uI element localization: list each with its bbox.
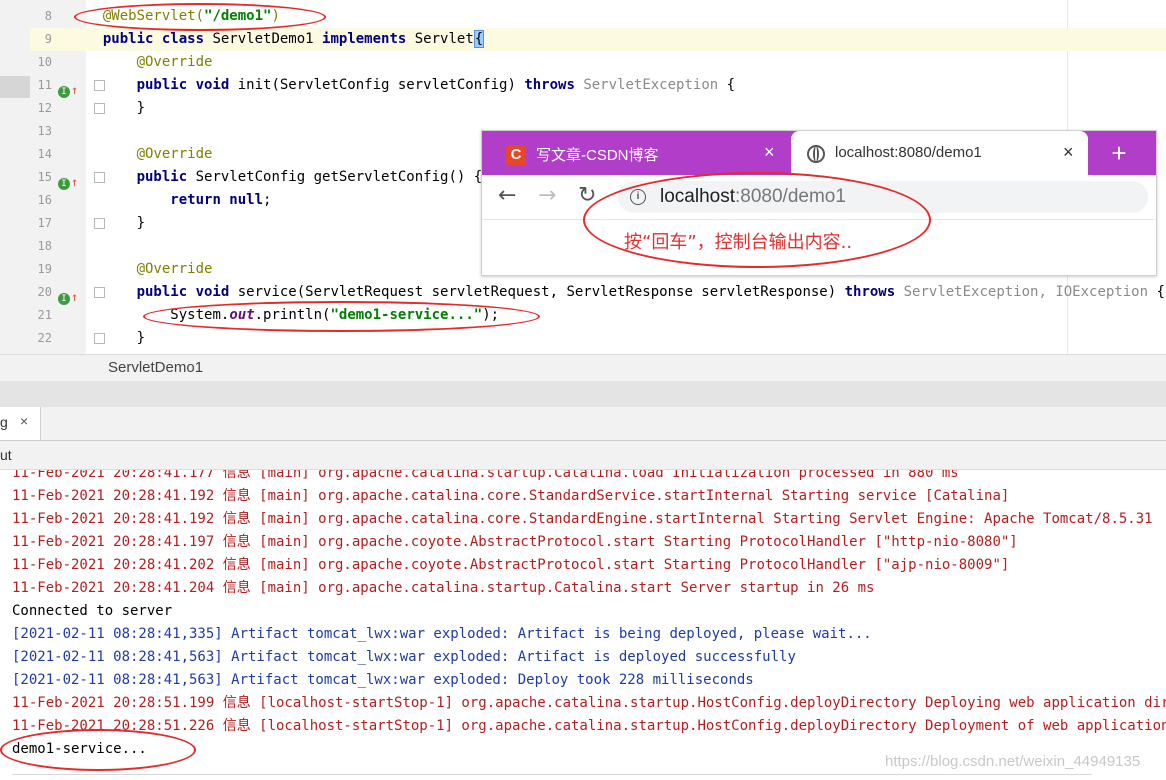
run-tool-window-header: g × [0, 407, 1166, 441]
tab-output[interactable]: ut [0, 447, 12, 463]
implements-gutter-icon[interactable]: I ↑ [58, 171, 78, 190]
reload-icon[interactable]: ↻ [578, 183, 596, 209]
code-line-10[interactable]: @Override [86, 51, 1166, 74]
line-number: 12 [37, 101, 52, 115]
console-divider [12, 774, 1092, 775]
console-line: [2021-02-11 08:28:41,563] Artifact tomca… [12, 672, 754, 688]
close-icon[interactable]: × [1063, 142, 1074, 163]
line-number: 11 [37, 78, 52, 92]
output-tab-bar: ut [0, 441, 1166, 470]
console-line: demo1-service... [12, 741, 147, 757]
line-number: 9 [44, 32, 52, 46]
console-line: 11-Feb-2021 20:28:41.197 信息 [main] org.a… [12, 534, 1018, 550]
run-config-tab[interactable]: g × [0, 407, 41, 440]
code-line-20[interactable]: public void service(ServletRequest servl… [86, 281, 1166, 304]
browser-tab-title: localhost:8080/demo1 [835, 144, 982, 161]
console-line: [2021-02-11 08:28:41,563] Artifact tomca… [12, 649, 796, 665]
line-number: 8 [44, 9, 52, 23]
console-line: 11-Feb-2021 20:28:51.199 信息 [localhost-s… [12, 695, 1166, 711]
code-line-8[interactable]: @WebServlet("/demo1") [86, 5, 1166, 28]
arrow-up-icon: ↑ [71, 83, 79, 97]
annotation-text: 按“回车”，控制台输出内容.. [624, 232, 853, 253]
console-line: 11-Feb-2021 20:28:41.202 信息 [main] org.a… [12, 557, 1010, 573]
console-line: 11-Feb-2021 20:28:41.177 信息 [main] org.a… [12, 470, 959, 481]
arrow-up-icon: ↑ [71, 290, 79, 304]
line-number: 18 [37, 239, 52, 253]
console-line: 11-Feb-2021 20:28:51.226 信息 [localhost-s… [12, 718, 1166, 734]
browser-window: C 写文章-CSDN博客 × localhost:8080/demo1 × + … [481, 130, 1157, 276]
console-line: Connected to server [12, 603, 173, 619]
breadcrumb[interactable]: ServletDemo1 [0, 354, 1166, 382]
line-number: 13 [37, 124, 52, 138]
browser-toolbar: ← → ↻ i localhost:8080/demo1 [482, 175, 1156, 220]
watermark: https://blog.csdn.net/weixin_44949135 [885, 753, 1141, 770]
code-line-12[interactable]: } [86, 97, 1166, 120]
new-tab-button[interactable]: + [1099, 137, 1139, 169]
strip-marker [0, 76, 30, 98]
browser-tab-title: 写文章-CSDN博客 [536, 147, 659, 164]
console-line: 11-Feb-2021 20:28:41.204 信息 [main] org.a… [12, 580, 875, 596]
code-line-22[interactable]: } [86, 327, 1166, 350]
back-arrow-icon[interactable]: ← [498, 183, 516, 209]
code-line-21[interactable]: System.out.println("demo1-service..."); [86, 304, 1166, 327]
line-number: 10 [37, 55, 52, 69]
browser-tab-bar: C 写文章-CSDN博客 × localhost:8080/demo1 × + [482, 131, 1156, 175]
line-number: 20 [37, 285, 52, 299]
close-icon[interactable]: × [764, 142, 775, 163]
line-number: 21 [37, 308, 52, 322]
console-line: 11-Feb-2021 20:28:41.192 信息 [main] org.a… [12, 488, 1010, 504]
implements-gutter-icon[interactable]: I ↑ [58, 286, 78, 305]
url-text[interactable]: localhost:8080/demo1 [660, 186, 846, 208]
arrow-up-icon: ↑ [71, 175, 79, 189]
run-tab-label: g [0, 414, 8, 430]
forward-arrow-icon[interactable]: → [538, 183, 556, 209]
console-output[interactable]: 11-Feb-2021 20:28:41.177 信息 [main] org.a… [0, 470, 1166, 780]
breadcrumb-class[interactable]: ServletDemo1 [108, 359, 203, 376]
line-number: 15 [37, 170, 52, 184]
tool-window-strip [0, 0, 30, 354]
code-line-11[interactable]: public void init(ServletConfig servletCo… [86, 74, 1166, 97]
line-number: 17 [37, 216, 52, 230]
info-icon[interactable]: i [630, 189, 646, 205]
address-bar[interactable]: i localhost:8080/demo1 [618, 181, 1148, 213]
close-icon[interactable]: × [20, 413, 28, 429]
implements-gutter-icon[interactable]: I ↑ [58, 79, 78, 98]
browser-tab-localhost[interactable]: localhost:8080/demo1 × [791, 131, 1088, 175]
csdn-c-icon: C [506, 145, 526, 165]
line-number: 14 [37, 147, 52, 161]
panel-splitter[interactable] [0, 381, 1166, 407]
console-line: [2021-02-11 08:28:41,335] Artifact tomca… [12, 626, 872, 642]
line-number: 16 [37, 193, 52, 207]
code-line-9[interactable]: public class ServletDemo1 implements Ser… [86, 28, 1166, 51]
line-number: 22 [37, 331, 52, 345]
globe-icon [807, 145, 825, 163]
console-line: 11-Feb-2021 20:28:41.192 信息 [main] org.a… [12, 511, 1153, 527]
line-gutter: 8 9 10 11 I ↑ 12 13 14 15 I ↑ 16 17 18 19 … [30, 0, 105, 354]
browser-tab-csdn[interactable]: C 写文章-CSDN博客 × [482, 131, 790, 175]
line-number: 19 [37, 262, 52, 276]
